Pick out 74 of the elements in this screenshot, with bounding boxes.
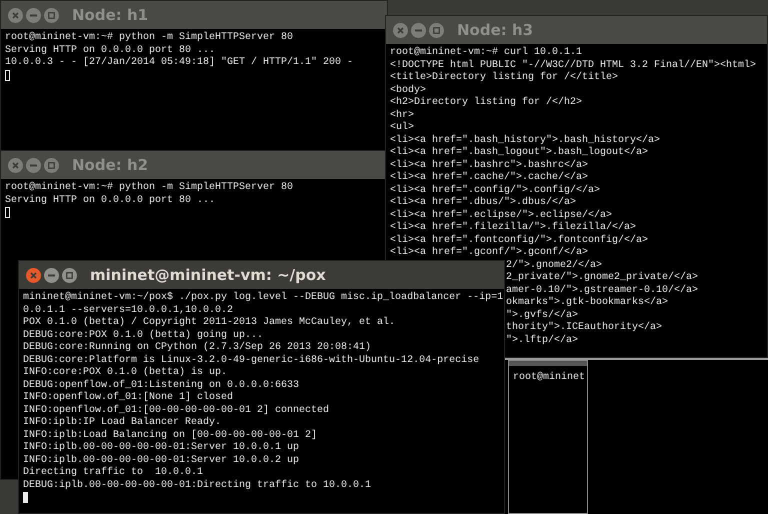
close-icon: [12, 12, 19, 18]
minimize-button[interactable]: [26, 8, 41, 22]
close-icon: [30, 272, 37, 278]
terminal-line: DEBUG:openflow.of_01:Listening on 0.0.0.0:6633: [23, 380, 300, 392]
terminal-line: thority">.ICEauthority</a>: [506, 322, 664, 334]
terminal-line: root@mininet-vm:~# python -m SimpleHTTPServer 80: [5, 32, 294, 44]
terminal-line: <title>Directory listing for /</title>: [390, 72, 620, 84]
close-icon: [397, 26, 404, 34]
terminal-line: okmarks">.gtk-bookmarks</a>: [506, 297, 670, 310]
terminal-line: INFO:iplb.00-00-00-00-00-01:Server 10.0.0.2 up: [23, 454, 300, 466]
terminal-line: DEBUG:core:POX 0.1.0 (betta) going up...: [23, 330, 264, 342]
terminal-line: <h2>Directory listing for /</h2>: [390, 97, 584, 110]
terminal-line: 10.0.0.3 - - [27/Jan/2014 05:49:18] "GET / HTTP/1.1" 200 -: [5, 57, 354, 70]
terminal-line: <body>: [390, 84, 428, 96]
close-button[interactable]: [8, 158, 23, 172]
maximize-button[interactable]: [44, 158, 59, 172]
terminal-line: amer-0.10/">.gstreamer-0.10/</a>: [506, 284, 700, 296]
minimize-button[interactable]: [26, 158, 41, 172]
terminal-line: INFO:iplb.00-00-00-00-00-01:Server 10.0.0.1 up: [23, 442, 300, 454]
terminal-line: INFO:core:POX 0.1.0 (betta) is up.: [23, 367, 228, 380]
maximize-button[interactable]: [429, 22, 444, 38]
terminal-line: <li><a href=".gconf/">.gconf/</a>: [390, 247, 590, 260]
terminal-line: <li><a href=".bash_history">.bash_history</a>: [390, 134, 662, 146]
window-title: Node: h2: [72, 156, 148, 174]
maximize-icon: [66, 272, 73, 278]
window-title: Node: h1: [72, 6, 148, 24]
terminal-line: <ul>: [390, 122, 416, 134]
terminal-line: INFO:iplb:Load Balancing on [00-00-00-00-00-01 2]: [23, 430, 318, 442]
terminal-line: ">.gvfs/</a>: [506, 310, 580, 322]
minimize-icon: [30, 14, 37, 16]
terminal-line: Directing traffic to 10.0.0.1: [23, 467, 204, 480]
terminal-line: INFO:iplb:IP Load Balancer Ready.: [23, 417, 222, 430]
maximize-button[interactable]: [44, 8, 59, 22]
close-icon: [12, 162, 19, 168]
close-button[interactable]: [8, 8, 23, 22]
terminal-line: root@mininet-vm:~# curl 10.0.1.1: [390, 47, 584, 60]
terminal-line: <li><a href=".cache/">.cache/</a>: [390, 172, 590, 184]
terminal-line: mininet@mininet-vm:~/pox$ ./pox.py log.level --DEBUG misc.ip_loadbalancer --ip=1: [23, 292, 501, 304]
terminal-line: INFO:openflow.of_01:[00-00-00-00-00-01 2] connected: [23, 404, 330, 416]
terminal-line: <li><a href=".eclipse/">.eclipse/</a>: [390, 210, 614, 222]
minimize-icon: [48, 274, 55, 276]
minimize-button[interactable]: [411, 22, 426, 38]
window-title: mininet@mininet-vm: ~/pox: [90, 266, 326, 284]
maximize-icon: [48, 162, 55, 168]
minimize-button[interactable]: [44, 268, 59, 282]
minimize-icon: [415, 28, 422, 32]
terminal-line: Serving HTTP on 0.0.0.0 port 80 ...: [5, 194, 216, 207]
terminal-line: root@mininet-vm:~# python -m SimpleHTTPServer 80: [5, 182, 294, 194]
terminal-line: <li><a href=".config/">.config/</a>: [390, 184, 602, 196]
terminal-line: <li><a href=".fontconfig/">.fontconfig/</a>: [390, 234, 650, 246]
terminal-line: ">.lftp/</a>: [506, 334, 580, 347]
window-title: Node: h3: [457, 21, 534, 39]
close-button[interactable]: [393, 22, 408, 38]
terminal-line: 2/">.gnome2/</a>: [506, 260, 604, 272]
terminal-line: <li><a href=".filezilla/">.filezilla/</a>: [390, 222, 638, 234]
terminal-line: POX 0.1.0 (betta) / Copyright 2011-2013 James McCauley, et al.: [23, 317, 396, 330]
minimize-icon: [30, 164, 37, 166]
terminal-line: DEBUG:iplb.00-00-00-00-00-01:Directing traffic to 10.0.0.1: [23, 480, 372, 492]
terminal-line: <li><a href=".bash_logout">.bash_logout</a>: [390, 147, 650, 160]
terminal-line: root@mininet: [513, 372, 584, 384]
close-button[interactable]: [26, 268, 41, 282]
terminal-line: <li><a href=".dbus/">.dbus/</a>: [390, 197, 578, 210]
maximize-button[interactable]: [62, 268, 77, 282]
terminal-line: <!DOCTYPE html PUBLIC "-//W3C//DTD HTML 3.2 Final//EN"><html>: [390, 60, 758, 72]
terminal-line: DEBUG:core:Platform is Linux-3.2.0-49-generic-i686-with-Ubuntu-12.04-precise: [23, 354, 480, 366]
maximize-icon: [433, 26, 440, 34]
terminal-line: INFO:openflow.of_01:[None 1] closed: [23, 392, 234, 404]
terminal-line: 0.0.1.1 --servers=10.0.0.1,10.0.0.2: [23, 304, 234, 316]
terminal-line: DEBUG:core:Running on CPython (2.7.3/Sep 26 2013 20:08:41): [23, 342, 372, 354]
terminal-line: Serving HTTP on 0.0.0.0 port 80 ...: [5, 44, 216, 56]
terminal-line: <hr>: [390, 110, 416, 122]
maximize-icon: [48, 12, 55, 18]
terminal-line: 2_private/">.gnome2_private/</a>: [506, 272, 700, 284]
terminal-line: <li><a href=".bashrc">.bashrc</a>: [390, 160, 590, 172]
